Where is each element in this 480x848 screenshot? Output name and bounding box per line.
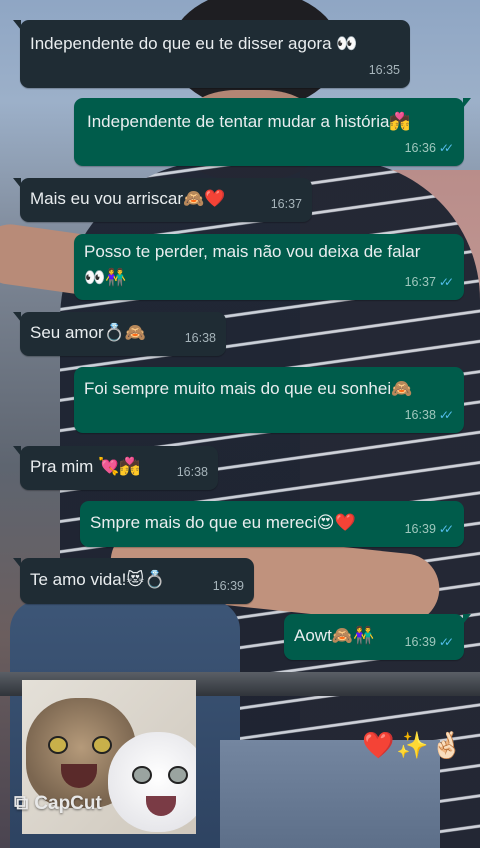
message-time: 16:38 ✓✓ bbox=[405, 403, 454, 427]
watermark-label: CapCut bbox=[34, 792, 102, 814]
message-text: Seu amor💍🙈 bbox=[30, 323, 147, 342]
capcut-logo-icon: ⧉ bbox=[14, 792, 29, 814]
read-receipt-icon: ✓✓ bbox=[438, 408, 454, 422]
read-receipt-icon: ✓✓ bbox=[438, 275, 454, 289]
chat-bubble-outgoing[interactable]: Posso te perder, mais não vou deixa de f… bbox=[74, 234, 464, 300]
chat-bubble-incoming[interactable]: Seu amor💍🙈 16:38 bbox=[13, 312, 226, 356]
chat-bubble-outgoing[interactable]: Smpre mais do que eu mereci😍❤️ 16:39 ✓✓ bbox=[80, 501, 464, 547]
message-text: Aowt🙈👫 bbox=[294, 626, 375, 645]
message-time: 16:39 ✓✓ bbox=[405, 630, 454, 654]
chat-bubble-incoming[interactable]: Pra mim 💘💏 16:38 bbox=[13, 446, 218, 490]
message-text: Foi sempre muito mais do que eu sonhei🙈 bbox=[84, 379, 413, 398]
message-text: Mais eu vou arriscar🙈❤️ bbox=[30, 189, 226, 208]
message-text: Independente de tentar mudar a história💏 bbox=[87, 112, 411, 131]
message-time: 16:38 bbox=[176, 465, 208, 479]
message-text: Pra mim 💘💏 bbox=[30, 457, 141, 476]
white-cat-face-icon bbox=[108, 732, 196, 832]
message-time: 16:37 ✓✓ bbox=[405, 270, 454, 294]
message-time: 16:37 bbox=[270, 197, 302, 211]
message-text: Te amo vida!😻💍 bbox=[30, 570, 166, 589]
chat-bubble-incoming[interactable]: Te amo vida!😻💍 16:39 bbox=[13, 558, 254, 604]
message-text-line2: 👀👫 bbox=[84, 268, 127, 287]
chat-bubble-outgoing[interactable]: Aowt🙈👫 16:39 ✓✓ bbox=[284, 614, 471, 660]
message-time: 16:39 bbox=[212, 579, 244, 593]
chat-bubble-outgoing[interactable]: Independente de tentar mudar a história💏… bbox=[74, 98, 471, 166]
message-time: 16:39 ✓✓ bbox=[405, 517, 454, 541]
message-time: 16:38 bbox=[184, 331, 216, 345]
chat-bubble-incoming[interactable]: Independente do que eu te disser agora 👀… bbox=[13, 20, 410, 88]
read-receipt-icon: ✓✓ bbox=[438, 635, 454, 649]
capcut-watermark: ⧉ CapCut bbox=[14, 792, 102, 815]
message-text: Posso te perder, mais não vou deixa de f… bbox=[84, 242, 421, 261]
emoji-overlay: ❤️✨🤞🏻 bbox=[362, 730, 466, 760]
read-receipt-icon: ✓✓ bbox=[438, 522, 454, 536]
message-text: Smpre mais do que eu mereci😍❤️ bbox=[90, 513, 356, 532]
chat-bubble-incoming[interactable]: Mais eu vou arriscar🙈❤️ 16:37 bbox=[13, 178, 312, 222]
chat-bubble-outgoing[interactable]: Foi sempre muito mais do que eu sonhei🙈 … bbox=[74, 367, 464, 433]
message-time: 16:36 ✓✓ bbox=[405, 136, 454, 160]
message-time: 16:35 bbox=[368, 63, 400, 77]
message-text: Independente do que eu te disser agora 👀 bbox=[30, 34, 358, 53]
read-receipt-icon: ✓✓ bbox=[438, 141, 454, 155]
